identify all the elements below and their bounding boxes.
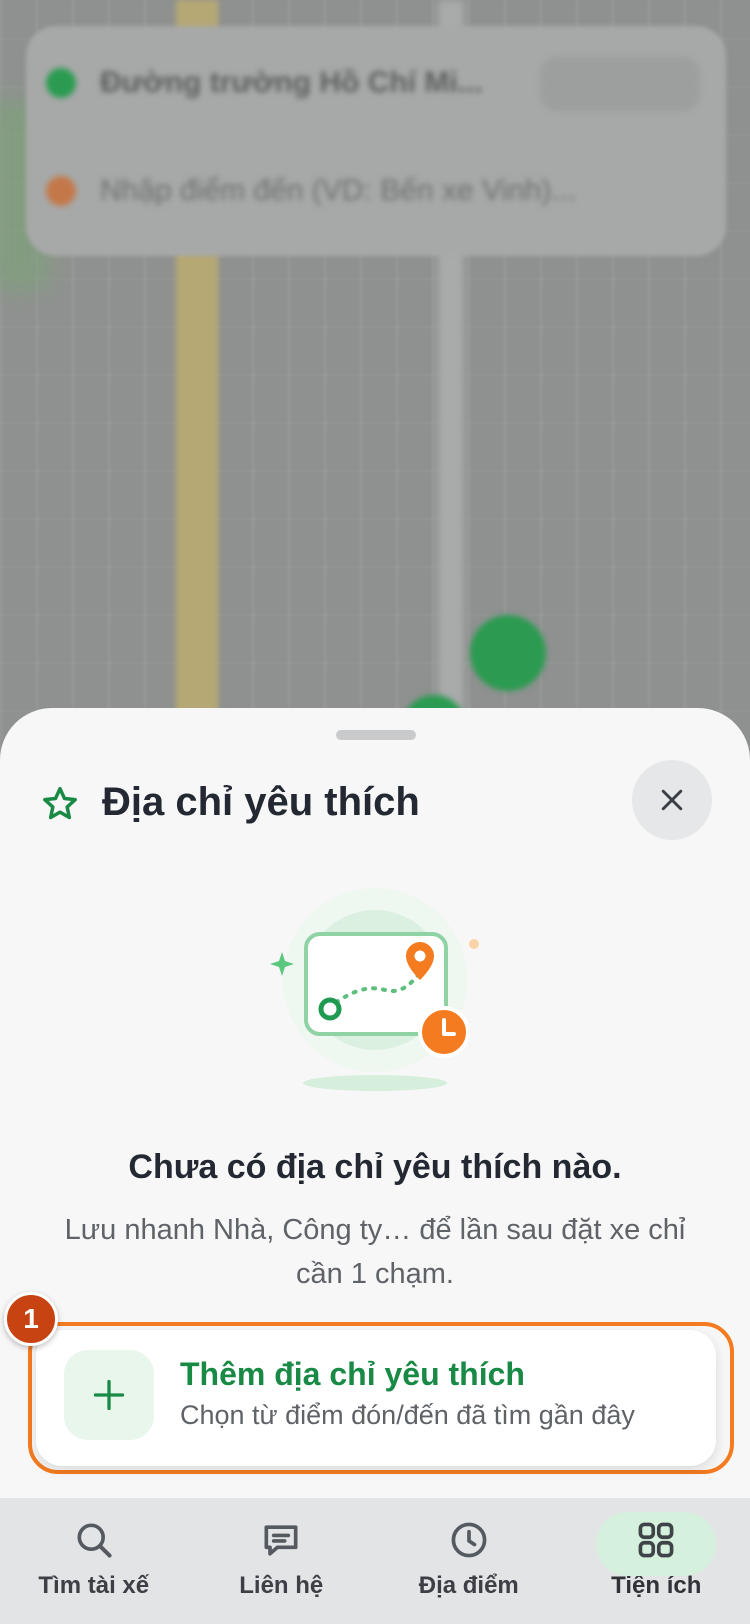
empty-state-title: Chưa có địa chỉ yêu thích nào.: [128, 1148, 622, 1186]
add-favorite-title: Thêm địa chỉ yêu thích: [180, 1356, 525, 1392]
search-icon: [77, 1523, 112, 1558]
nav-item-places[interactable]: Địa điểm: [375, 1498, 563, 1624]
nav-label: Tiện ích: [611, 1572, 702, 1599]
step-badge: 1: [4, 1292, 58, 1346]
nav-item-contact[interactable]: Liên hệ: [188, 1498, 376, 1624]
destination-row: Nhập điểm đến (VD: Bến xe Vinh)...: [46, 174, 576, 208]
add-icon-box: [64, 1350, 154, 1440]
close-button[interactable]: [632, 760, 712, 840]
sheet-drag-handle[interactable]: [336, 730, 416, 740]
empty-map-illustration: [270, 888, 479, 1091]
favorites-sheet: Địa chỉ yêu thích Chưa có địa chỉ yêu th…: [0, 708, 750, 1498]
nav-label: Tìm tài xế: [38, 1572, 150, 1599]
plus-icon: [93, 1379, 125, 1411]
blurred-pill: [540, 56, 700, 112]
empty-state-description: Lưu nhanh Nhà, Công ty… để lần sau đặt x…: [64, 1214, 686, 1290]
origin-text: Đường trường Hồ Chí Mi...: [100, 66, 483, 99]
sheet-title: Địa chỉ yêu thích: [102, 780, 420, 824]
nav-label: Địa điểm: [418, 1572, 519, 1599]
nav-item-utilities[interactable]: Tiện ích: [563, 1498, 750, 1624]
add-favorite-subtitle: Chọn từ điểm đón/đến đã tìm gần đây: [180, 1400, 635, 1430]
grid-icon: [638, 1522, 674, 1558]
add-favorite-button[interactable]: Thêm địa chỉ yêu thích Chọn từ điểm đón/…: [36, 1330, 716, 1466]
map-pin-icon: [470, 615, 546, 691]
clock-icon: [451, 1522, 487, 1558]
close-icon: [661, 789, 683, 811]
destination-dot-icon: [46, 176, 76, 206]
star-icon: [43, 786, 77, 820]
nav-label: Liên hệ: [239, 1572, 324, 1599]
origin-row: Đường trường Hồ Chí Mi...: [46, 66, 483, 100]
origin-dot-icon: [46, 68, 76, 98]
bottom-nav: Tìm tài xế Liên hệ Địa điểm Tiện ích: [0, 1498, 750, 1624]
destination-text: Nhập điểm đến (VD: Bến xe Vinh)...: [100, 174, 577, 207]
nav-item-find-driver[interactable]: Tìm tài xế: [0, 1498, 188, 1624]
chat-icon: [264, 1525, 298, 1556]
